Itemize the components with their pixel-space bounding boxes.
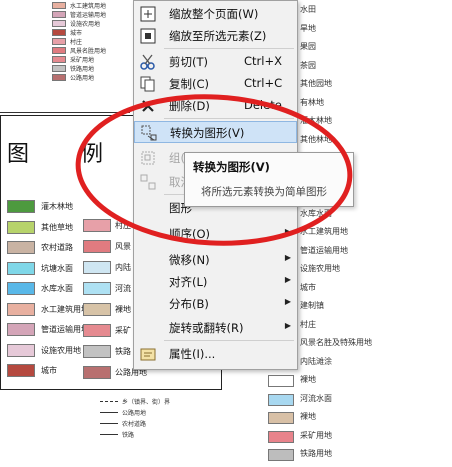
red-ellipse-annotation	[75, 94, 353, 246]
